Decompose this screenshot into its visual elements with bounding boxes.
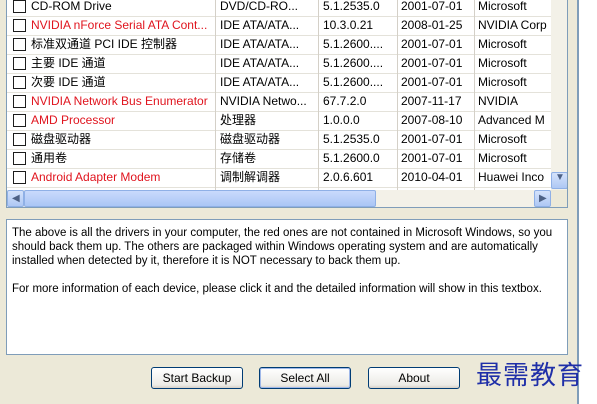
table-row[interactable]: CD-ROM Drive DVD/CD-RO... 5.1.2535.0 2001-0… bbox=[7, 0, 551, 17]
column-divider bbox=[318, 0, 319, 190]
scroll-right-button[interactable]: ▶ bbox=[534, 190, 551, 207]
info-textbox[interactable]: The above is all the drivers in your com… bbox=[6, 219, 568, 355]
driver-list[interactable]: CD-ROM Drive DVD/CD-RO... 5.1.2535.0 2001-0… bbox=[6, 0, 568, 208]
chevron-left-icon: ◀ bbox=[12, 193, 20, 204]
horizontal-scroll-thumb[interactable] bbox=[24, 190, 376, 207]
scroll-left-button[interactable]: ◀ bbox=[7, 190, 24, 207]
table-row[interactable]: 磁盘驱动器 磁盘驱动器 5.1.2535.0 2001-07-01 Microsoft bbox=[7, 126, 551, 150]
column-divider bbox=[397, 0, 398, 190]
table-row[interactable]: 通用卷 存储卷 5.1.2600.0 2001-07-01 Microsoft bbox=[7, 145, 551, 169]
info-paragraph: The above is all the drivers in your com… bbox=[12, 227, 553, 267]
row-checkbox[interactable] bbox=[13, 171, 26, 184]
table-cell-class: 调制解调器 bbox=[220, 170, 281, 184]
table-row[interactable]: NVIDIA Network Bus Enumerator NVIDIA Netw… bbox=[7, 88, 551, 112]
info-paragraph: For more information of each device, ple… bbox=[12, 283, 542, 295]
table-cell-version: 2.0.6.601 bbox=[323, 170, 374, 184]
start-backup-button[interactable]: Start Backup bbox=[151, 367, 243, 389]
table-cell-name: Android Adapter Modem bbox=[31, 170, 161, 184]
row-divider bbox=[7, 187, 551, 188]
table-cell-date: 2010-04-01 bbox=[401, 170, 463, 184]
table-row[interactable]: 主要 IDE 通道 IDE ATA/ATA... 5.1.2600.... 2001-… bbox=[7, 50, 551, 74]
table-row[interactable]: AMD Processor 处理器 1.0.0.0 2007-08-10 Advance… bbox=[7, 107, 551, 131]
table-cell-provider: Huawei Inco bbox=[478, 170, 545, 184]
table-row[interactable]: 标准双通道 PCI IDE 控制器 IDE ATA/ATA... 5.1.2600.… bbox=[7, 31, 551, 55]
horizontal-scrollbar[interactable]: ◀ ▶ bbox=[7, 190, 551, 207]
window-right-edge bbox=[579, 0, 597, 404]
scroll-down-button[interactable]: ▼ bbox=[551, 172, 567, 189]
chevron-right-icon: ▶ bbox=[539, 193, 547, 204]
chevron-down-icon: ▼ bbox=[555, 172, 565, 183]
column-divider bbox=[474, 0, 475, 190]
watermark-logo: 最需教育 bbox=[476, 361, 585, 391]
scrollbar-corner bbox=[551, 190, 567, 207]
table-row[interactable]: Android Adapter Modem 调制解调器 2.0.6.601 2010-… bbox=[7, 164, 551, 188]
select-all-button[interactable]: Select All bbox=[259, 367, 351, 389]
table-row[interactable]: 次要 IDE 通道 IDE ATA/ATA... 5.1.2600.... 2001-… bbox=[7, 69, 551, 93]
table-row[interactable]: NVIDIA nForce Serial ATA Cont... IDE ATA/… bbox=[7, 12, 551, 36]
about-button[interactable]: About bbox=[368, 367, 460, 389]
vertical-scrollbar[interactable]: ▼ bbox=[551, 0, 567, 190]
column-divider bbox=[215, 0, 216, 190]
